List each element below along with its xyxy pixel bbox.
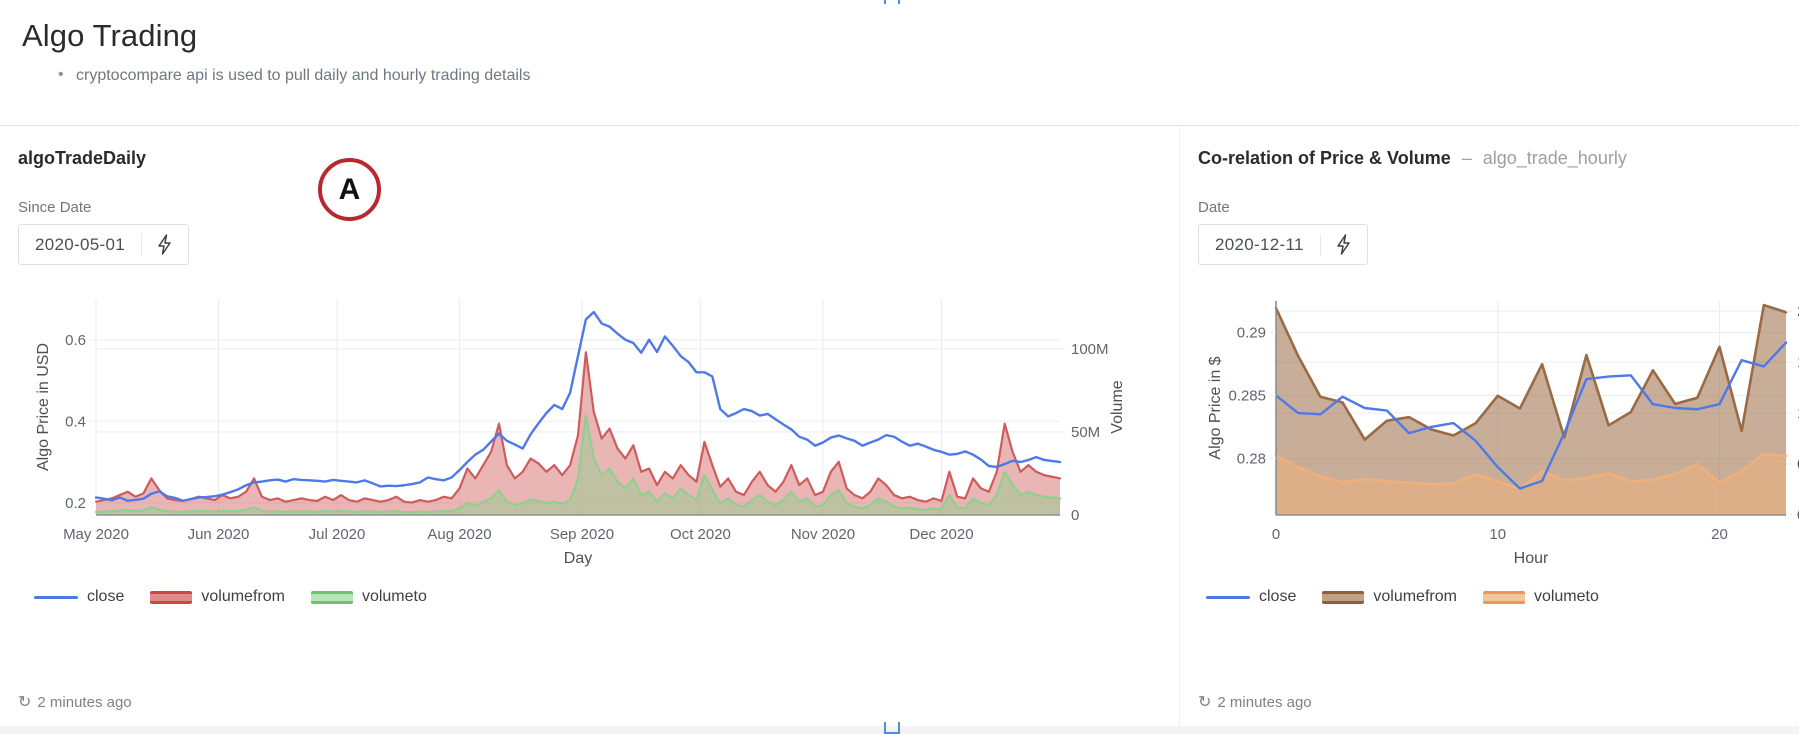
- svg-text:May 2020: May 2020: [63, 526, 129, 543]
- svg-text:20: 20: [1711, 526, 1728, 543]
- since-date-input[interactable]: 2020-05-01: [18, 224, 189, 265]
- panel-algo-trade-hourly: Co-relation of Price & Volume – algo_tra…: [1180, 126, 1799, 726]
- svg-text:Sep 2020: Sep 2020: [550, 526, 614, 543]
- legend-swatch-close: [34, 596, 78, 599]
- svg-text:50M: 50M: [1071, 424, 1100, 441]
- legend-item-close[interactable]: close: [34, 588, 124, 606]
- legend-label-close: close: [1259, 588, 1296, 606]
- right-panel-refresh-time: 2 minutes ago: [1217, 694, 1311, 711]
- daily-chart-legend: close volumefrom volumeto: [18, 588, 1161, 606]
- svg-text:Algo Price in USD: Algo Price in USD: [35, 343, 52, 471]
- since-date-label: Since Date: [18, 199, 1161, 216]
- svg-text:Algo Price in $: Algo Price in $: [1207, 356, 1224, 459]
- svg-text:0.2: 0.2: [65, 495, 86, 512]
- hourly-chart-legend: close volumefrom volumeto: [1198, 588, 1799, 606]
- left-panel-footer: ↻ 2 minutes ago: [18, 692, 132, 712]
- annotation-badge-a-label: A: [339, 173, 361, 207]
- algo-trade-daily-chart: 0.2 0.4 0.6 0 50M 100M May 2020 Jun 2020 Jul 202…: [18, 287, 1168, 577]
- svg-text:Day: Day: [564, 550, 592, 567]
- frame-tick-top: [884, 0, 900, 4]
- svg-text:Nov 2020: Nov 2020: [791, 526, 855, 543]
- refresh-icon[interactable]: ↻: [18, 692, 31, 712]
- left-panel-title: algoTradeDaily: [18, 148, 1161, 169]
- svg-text:0.29: 0.29: [1237, 324, 1266, 341]
- svg-text:10: 10: [1489, 526, 1506, 543]
- right-panel-title-dash: –: [1462, 148, 1472, 169]
- svg-text:100M: 100M: [1071, 341, 1109, 358]
- legend-swatch-volumeto: [1483, 591, 1525, 604]
- svg-text:Aug 2020: Aug 2020: [427, 526, 491, 543]
- svg-text:Jun 2020: Jun 2020: [188, 526, 250, 543]
- date-value[interactable]: 2020-12-11: [1199, 224, 1320, 265]
- lightning-bolt-icon[interactable]: [1321, 225, 1367, 264]
- since-date-value[interactable]: 2020-05-01: [19, 224, 141, 265]
- right-panel-title: Co-relation of Price & Volume – algo_tra…: [1198, 148, 1799, 169]
- svg-text:0: 0: [1272, 526, 1280, 543]
- daily-chart-wrap: 0.2 0.4 0.6 0 50M 100M May 2020 Jun 2020 Jul 202…: [18, 287, 1161, 582]
- svg-text:Jul 2020: Jul 2020: [309, 526, 366, 543]
- svg-text:0.28: 0.28: [1237, 450, 1266, 467]
- legend-label-volumeto: volumeto: [1534, 588, 1599, 606]
- svg-text:Hour: Hour: [1514, 550, 1549, 567]
- legend-swatch-volumeto: [311, 591, 353, 604]
- svg-text:Oct 2020: Oct 2020: [670, 526, 731, 543]
- page-header: Algo Trading cryptocompare api is used t…: [0, 0, 1799, 126]
- svg-text:0.6: 0.6: [65, 332, 86, 349]
- header-bullet-list: cryptocompare api is used to pull daily …: [22, 64, 1777, 88]
- legend-item-close[interactable]: close: [1206, 588, 1296, 606]
- svg-text:Volume: Volume: [1109, 380, 1126, 433]
- page-title: Algo Trading: [22, 18, 1777, 54]
- panel-algo-trade-daily: algoTradeDaily A Since Date 2020-05-01 0…: [0, 126, 1180, 726]
- date-label: Date: [1198, 199, 1799, 216]
- legend-item-volumeto[interactable]: volumeto: [311, 588, 427, 606]
- hourly-chart-wrap: 0.280.2850.2900.5M1M1.5M2M01020HourAlgo …: [1198, 287, 1799, 582]
- legend-label-volumefrom: volumefrom: [201, 588, 285, 606]
- date-input[interactable]: 2020-12-11: [1198, 224, 1368, 265]
- left-panel-title-text: algoTradeDaily: [18, 148, 146, 169]
- svg-text:0: 0: [1071, 507, 1079, 524]
- legend-label-volumeto: volumeto: [362, 588, 427, 606]
- svg-text:0.285: 0.285: [1228, 387, 1266, 404]
- legend-swatch-volumefrom: [150, 591, 192, 604]
- left-panel-refresh-time: 2 minutes ago: [37, 694, 131, 711]
- dashboard-panels: algoTradeDaily A Since Date 2020-05-01 0…: [0, 126, 1799, 726]
- legend-item-volumefrom[interactable]: volumefrom: [150, 588, 285, 606]
- header-bullet-item: cryptocompare api is used to pull daily …: [76, 64, 1777, 88]
- algo-trade-hourly-chart: 0.280.2850.2900.5M1M1.5M2M01020HourAlgo …: [1198, 287, 1799, 577]
- lightning-bolt-icon[interactable]: [142, 225, 188, 264]
- legend-label-volumefrom: volumefrom: [1373, 588, 1457, 606]
- svg-text:0.4: 0.4: [65, 413, 86, 430]
- legend-item-volumefrom[interactable]: volumefrom: [1322, 588, 1457, 606]
- legend-swatch-close: [1206, 596, 1250, 599]
- legend-item-volumeto[interactable]: volumeto: [1483, 588, 1599, 606]
- legend-label-close: close: [87, 588, 124, 606]
- right-panel-footer: ↻ 2 minutes ago: [1198, 692, 1312, 712]
- annotation-badge-a: A: [318, 158, 381, 221]
- frame-tick-bottom: [884, 722, 900, 734]
- svg-text:Dec 2020: Dec 2020: [909, 526, 973, 543]
- right-panel-title-sub: algo_trade_hourly: [1483, 148, 1627, 169]
- legend-swatch-volumefrom: [1322, 591, 1364, 604]
- right-panel-title-text: Co-relation of Price & Volume: [1198, 148, 1451, 169]
- refresh-icon[interactable]: ↻: [1198, 692, 1211, 712]
